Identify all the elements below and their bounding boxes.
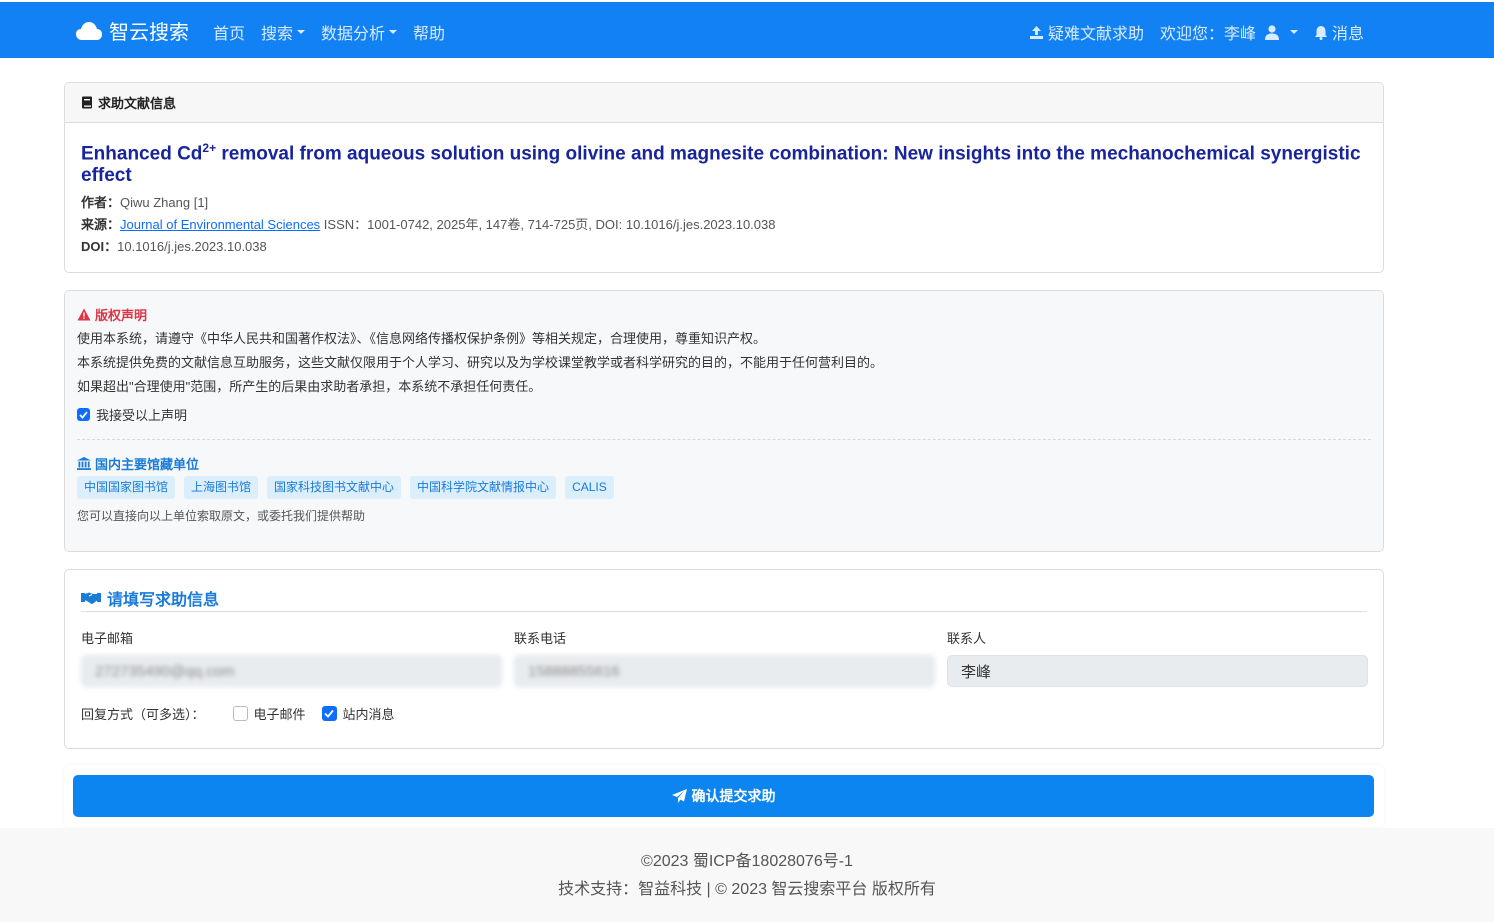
warning-icon (77, 308, 91, 321)
caret-down-icon (1289, 30, 1298, 34)
accept-checkbox[interactable] (77, 408, 90, 421)
nav-home[interactable]: 首页 (213, 20, 245, 44)
reply-email-checkbox[interactable] (232, 706, 248, 721)
nav-help-label: 帮助 (413, 26, 446, 43)
footer: ©2023 蜀ICP备18028076号-1 技术支持：智益科技 | © 202… (0, 828, 1494, 922)
nav-home-label: 首页 (213, 26, 246, 43)
nav-analysis-dropdown[interactable]: 数据分析 (321, 20, 398, 44)
nav-analysis-label: 数据分析 (321, 26, 386, 43)
copyright-line-3: 如果超出"合理使用"范围，所产生的后果由求助者承担，本系统不承担任何责任。 (77, 379, 542, 394)
bell-icon (1314, 25, 1327, 40)
nav-search-label: 搜索 (261, 26, 294, 43)
reply-method: 回复方式（可多选）： 电子邮件 站内消息 (81, 704, 395, 723)
form-title: 请填写求助信息 (81, 586, 219, 610)
form-divider (81, 611, 1367, 612)
library-tag[interactable]: 国家科技图书文献中心 (267, 476, 402, 499)
reply-email-option[interactable]: 电子邮件 (232, 704, 306, 723)
paper-source: 来源：Journal of Environmental Sciences ISS… (81, 217, 776, 232)
reply-site-option[interactable]: 站内消息 (321, 704, 395, 723)
footer-icp: ©2023 蜀ICP备18028076号-1 (641, 853, 853, 870)
phone-label: 联系电话 (514, 631, 567, 646)
email-field[interactable]: 272735490@qq.com (81, 655, 502, 687)
main-menu: 首页 搜索 数据分析 帮助 (213, 20, 461, 44)
copyright-card: 版权声明 使用本系统，请遵守《中华人民共和国著作权法》、《信息网络传播权保护条例… (64, 290, 1384, 552)
messages-link[interactable]: 消息 (1314, 20, 1364, 44)
paper-doi: DOI：10.1016/j.jes.2023.10.038 (81, 239, 267, 254)
libraries-note: 您可以直接向以上单位索取原文，或委托我们提供帮助 (77, 509, 366, 523)
paper-plane-icon (671, 789, 687, 803)
accept-label: 我接受以上声明 (96, 408, 188, 423)
contact-label: 联系人 (947, 631, 987, 646)
library-tag[interactable]: CALIS (565, 476, 614, 499)
check-icon (324, 709, 334, 718)
paper-info-card: 求助文献信息 Enhanced Cd2+ removal from aqueou… (64, 82, 1384, 273)
submit-button[interactable]: 确认提交求助 (73, 775, 1374, 817)
library-tags: 中国国家图书馆 上海图书馆 国家科技图书文献中心 中国科学院文献情报中心 CAL… (77, 476, 623, 499)
submit-area: 确认提交求助 (64, 765, 1384, 827)
paper-title: Enhanced Cd2+ removal from aqueous solut… (81, 141, 1361, 187)
request-form-card: 请填写求助信息 电子邮箱 联系电话 联系人 272735490@qq.com 1… (64, 569, 1384, 749)
copyright-line-1: 使用本系统，请遵守《中华人民共和国著作权法》、《信息网络传播权保护条例》等相关规… (77, 331, 767, 346)
handshake-icon (81, 592, 101, 604)
top-navbar: 智云搜索 首页 搜索 数据分析 帮助 疑难文献求助 欢迎您：李峰 消息 (0, 2, 1494, 58)
user-dropdown[interactable]: 欢迎您：李峰 (1160, 20, 1298, 44)
nav-search-dropdown[interactable]: 搜索 (261, 20, 306, 44)
nav-help[interactable]: 帮助 (413, 20, 445, 44)
brand-name: 智云搜索 (109, 22, 189, 44)
caret-down-icon (389, 30, 398, 34)
paper-author: 作者：Qiwu Zhang [1] (81, 195, 209, 210)
contact-field[interactable]: 李峰 (947, 655, 1368, 687)
book-icon (82, 96, 92, 109)
divider (77, 439, 1371, 440)
check-icon (79, 410, 88, 419)
phone-field[interactable]: 15888855616 (514, 655, 935, 687)
libraries-title: 国内主要馆藏单位 (77, 454, 199, 473)
caret-down-icon (297, 30, 306, 34)
user-menu: 疑难文献求助 欢迎您：李峰 消息 (1013, 20, 1364, 44)
institution-icon (77, 457, 91, 470)
cloud-icon (76, 21, 102, 40)
help-request-label: 疑难文献求助 (1047, 26, 1144, 43)
reply-site-label: 站内消息 (342, 707, 395, 722)
help-request-link[interactable]: 疑难文献求助 (1029, 20, 1144, 44)
submit-label: 确认提交求助 (691, 788, 776, 804)
journal-link[interactable]: Journal of Environmental Sciences (120, 217, 320, 232)
paper-info-header: 求助文献信息 (65, 83, 1383, 123)
library-tag[interactable]: 上海图书馆 (184, 476, 259, 499)
copyright-title: 版权声明 (77, 305, 147, 324)
user-icon (1264, 25, 1279, 40)
brand-logo[interactable]: 智云搜索 (76, 16, 189, 45)
upload-icon (1029, 25, 1043, 39)
accept-declaration[interactable]: 我接受以上声明 (77, 405, 187, 424)
library-tag[interactable]: 中国国家图书馆 (77, 476, 176, 499)
messages-label: 消息 (1331, 26, 1364, 43)
reply-site-checkbox[interactable] (321, 706, 337, 721)
welcome-text: 欢迎您：李峰 (1159, 26, 1256, 43)
reply-method-label: 回复方式（可多选）： (81, 707, 205, 722)
reply-email-label: 电子邮件 (253, 707, 306, 722)
footer-copyright: 技术支持：智益科技 | © 2023 智云搜索平台 版权所有 (558, 881, 936, 898)
copyright-line-2: 本系统提供免费的文献信息互助服务，这些文献仅限用于个人学习、研究以及为学校课堂教… (77, 355, 884, 370)
email-label: 电子邮箱 (81, 631, 134, 646)
paper-info-title: 求助文献信息 (98, 96, 177, 111)
library-tag[interactable]: 中国科学院文献情报中心 (410, 476, 557, 499)
